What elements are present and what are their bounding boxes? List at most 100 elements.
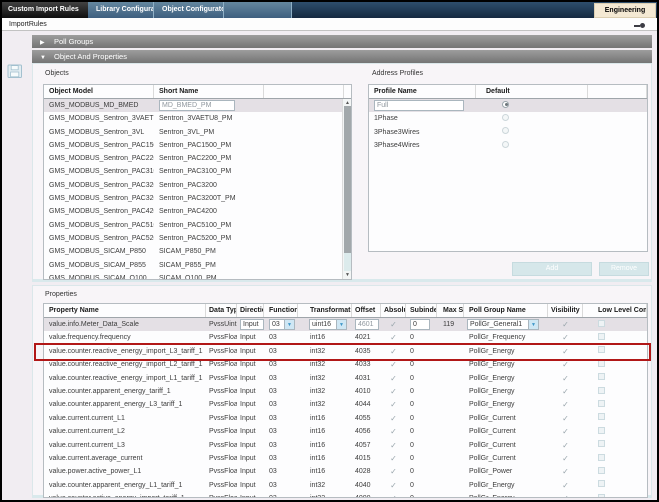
object-row[interactable]: GMS_MODBUS_Sentron_PAC3100Sentron_PAC310… (44, 165, 351, 178)
object-row[interactable]: GMS_MODBUS_Sentron_PAC2200Sentron_PAC220… (44, 152, 351, 165)
cell-absolute: ✓ (381, 331, 406, 344)
low-level-comp-checkbox[interactable] (598, 346, 605, 353)
objects-scrollbar[interactable]: ▲ ▼ (342, 99, 351, 279)
section-poll-groups[interactable]: ▶Poll Groups (32, 35, 652, 48)
low-level-comp-checkbox[interactable] (598, 387, 605, 394)
cell-object-model: GMS_MODBUS_SICAM_P850 (44, 245, 154, 258)
low-level-comp-checkbox[interactable] (598, 480, 605, 487)
property-row[interactable]: value.current.current_L3PvssFloatInput03… (44, 439, 647, 452)
poll_group-input[interactable]: PollGr_General1 (467, 319, 529, 330)
cell-visibility: ✓ (548, 425, 583, 438)
low-level-comp-checkbox[interactable] (598, 440, 605, 447)
absolute-checkmark-icon: ✓ (390, 441, 397, 450)
object-row[interactable]: GMS_MODBUS_Sentron_PAC5100Sentron_PAC510… (44, 219, 351, 232)
property-row[interactable]: value.current.current_L2PvssFloatInput03… (44, 425, 647, 438)
tab-engineering[interactable]: Engineering (594, 3, 656, 18)
object-row[interactable]: GMS_MODBUS_SICAM_P855SICAM_P855_PM (44, 259, 351, 272)
property-row[interactable]: value.counter.reactive_energy_import_L1_… (44, 372, 647, 385)
object-row[interactable]: GMS_MODBUS_Sentron_3VLSentron_3VL_PM (44, 126, 351, 139)
visibility-checkmark-icon: ✓ (562, 481, 569, 490)
default-radio[interactable] (502, 141, 509, 148)
low-level-comp-checkbox[interactable] (598, 494, 605, 498)
dropdown-arrow-icon[interactable]: ▼ (529, 319, 539, 330)
tab-custom-import-rules[interactable]: Custom Import Rules (2, 2, 88, 18)
save-icon[interactable] (7, 64, 23, 79)
cell-function: 03 (264, 465, 298, 478)
cell-property-name: value.current.current_L1 (44, 412, 206, 425)
object-row[interactable]: GMS_MODBUS_SICAM_Q100SICAM_Q100_PM (44, 272, 351, 280)
cell-low-level-comp (583, 465, 647, 478)
dropdown-arrow-icon[interactable]: ▼ (285, 319, 295, 330)
cell-low-level-comp (583, 412, 647, 425)
remove-button[interactable]: Remove (599, 262, 649, 276)
cell-poll-group: PollGr_Frequency (464, 331, 548, 344)
property-row[interactable]: value.counter.apparent_energy_tariff_1Pv… (44, 385, 647, 398)
profile-row[interactable]: 3Phase3Wires (369, 126, 647, 139)
property-row[interactable]: value.current.average_currentPvssFloatIn… (44, 452, 647, 465)
property-row[interactable]: value.counter.apparent_energy_L1_tariff_… (44, 479, 647, 492)
app-window: Custom Import Rules Library Configurator… (0, 0, 659, 502)
property-row[interactable]: value.counter.active_energy_import_tarif… (44, 492, 647, 498)
cell-data-type: PvssFloat (206, 439, 237, 452)
property-row[interactable]: value.counter.reactive_energy_import_L3_… (44, 345, 647, 358)
function-input[interactable]: 03 (269, 319, 285, 330)
low-level-comp-checkbox[interactable] (598, 373, 605, 380)
tab-library-configurator[interactable]: Library Configurator (88, 2, 154, 18)
offset-input[interactable]: 4601 (355, 319, 379, 330)
low-level-comp-checkbox[interactable] (598, 333, 605, 340)
low-level-comp-checkbox[interactable] (598, 360, 605, 367)
property-row[interactable]: value.current.current_L1PvssFloatInput03… (44, 412, 647, 425)
default-radio[interactable] (502, 127, 509, 134)
address-profiles-body: Full1Phase3Phase3Wires3Phase4Wires (369, 99, 647, 152)
object-row[interactable]: GMS_MODBUS_Sentron_3VAETU8Sentron_3VAETU… (44, 112, 351, 125)
dropdown-arrow-icon[interactable]: ▼ (337, 319, 347, 330)
object-row[interactable]: GMS_MODBUS_Sentron_PAC4200Sentron_PAC420… (44, 205, 351, 218)
cell-function: 03 (264, 452, 298, 465)
properties-label: Properties (45, 291, 77, 298)
property-row[interactable]: value.counter.apparent_energy_L3_tariff_… (44, 398, 647, 411)
transformation-input[interactable]: uint16 (309, 319, 337, 330)
tab-object-configurator[interactable]: Object Configurator (154, 2, 224, 18)
low-level-comp-checkbox[interactable] (598, 413, 605, 420)
object-row[interactable]: GMS_MODBUS_Sentron_PAC5200Sentron_PAC520… (44, 232, 351, 245)
add-button[interactable]: Add (512, 262, 592, 276)
property-row[interactable]: value.counter.reactive_energy_import_L2_… (44, 358, 647, 371)
object-row[interactable]: GMS_MODBUS_Sentron_PAC3200Sentron_PAC320… (44, 179, 351, 192)
scrollbar-track[interactable] (344, 253, 351, 271)
property-row[interactable]: value.info.Meter_Data_ScalePvssUintInput… (44, 318, 647, 331)
object-row[interactable]: GMS_MODBUS_Sentron_PAC1500Sentron_PAC150… (44, 139, 351, 152)
subindex-input[interactable]: 0 (410, 319, 430, 330)
low-level-comp-checkbox[interactable] (598, 467, 605, 474)
profile-row[interactable]: Full (369, 99, 647, 112)
cell-object-model: GMS_MODBUS_SICAM_Q100 (44, 272, 154, 280)
cell-property-name: value.power.active_power_L1 (44, 465, 206, 478)
cell-max (437, 398, 464, 411)
scroll-down-icon[interactable]: ▼ (343, 271, 352, 279)
property-row[interactable]: value.frequency.frequencyPvssFloatInput0… (44, 331, 647, 344)
cell-property-name: value.counter.apparent_energy_L3_tariff_… (44, 398, 206, 411)
object-row[interactable]: GMS_MODBUS_MD_BMEDMD_BMED_PM (44, 99, 351, 112)
object-row[interactable]: GMS_MODBUS_Sentron_PAC3200TSentron_PAC32… (44, 192, 351, 205)
low-level-comp-checkbox[interactable] (598, 320, 605, 327)
direction-input[interactable]: Input (240, 319, 264, 330)
profile-name-input[interactable]: Full (374, 100, 464, 111)
section-object-and-properties[interactable]: ▼Object And Properties (32, 50, 652, 63)
cell-absolute: ✓ (381, 452, 406, 465)
cell-low-level-comp (583, 452, 647, 465)
low-level-comp-checkbox[interactable] (598, 427, 605, 434)
low-level-comp-checkbox[interactable] (598, 454, 605, 461)
object-row[interactable]: GMS_MODBUS_SICAM_P850SICAM_P850_PM (44, 245, 351, 258)
absolute-checkmark-icon: ✓ (390, 454, 397, 463)
profile-row[interactable]: 1Phase (369, 112, 647, 125)
short-name-input[interactable]: MD_BMED_PM (159, 100, 235, 111)
cell-short-name: Sentron_PAC4200 (154, 205, 264, 218)
low-level-comp-checkbox[interactable] (598, 400, 605, 407)
profile-row[interactable]: 3Phase4Wires (369, 139, 647, 152)
cell-short-name: Sentron_PAC3200T_PM (154, 192, 264, 205)
property-row[interactable]: value.power.active_power_L1PvssFloatInpu… (44, 465, 647, 478)
default-radio[interactable] (502, 101, 509, 108)
scrollbar-thumb[interactable] (344, 106, 351, 253)
pin-icon[interactable] (634, 23, 645, 28)
cell-short-name: Sentron_3VL_PM (154, 126, 264, 139)
default-radio[interactable] (502, 114, 509, 121)
